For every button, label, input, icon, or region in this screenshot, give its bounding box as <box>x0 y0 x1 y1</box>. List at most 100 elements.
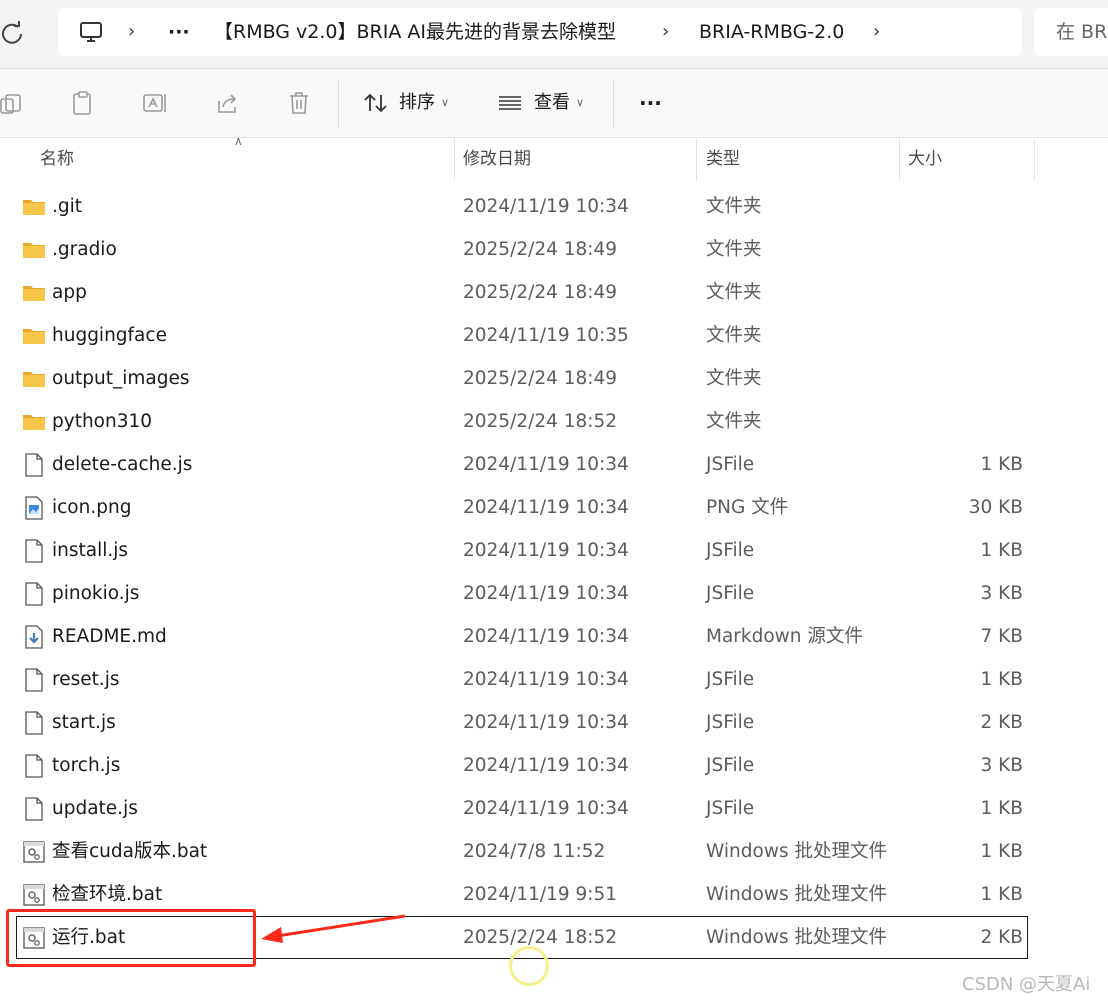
annotation-arrow <box>261 914 406 943</box>
column-divider[interactable] <box>899 138 900 180</box>
file-row[interactable]: start.js 2024/11/19 10:34 JSFile 2 KB <box>0 701 1108 744</box>
file-row[interactable]: delete-cache.js 2024/11/19 10:34 JSFile 1 K… <box>0 443 1108 486</box>
view-button[interactable]: 查看 ∨ <box>534 87 584 119</box>
file-name[interactable]: python310 <box>52 400 152 443</box>
file-type: 文件夹 <box>706 196 762 217</box>
file-name[interactable]: torch.js <box>52 744 120 787</box>
file-list: .git 2024/11/19 10:34 文件夹 .gradio 2025/2/24 … <box>0 185 1108 959</box>
column-divider[interactable] <box>454 138 455 180</box>
file-modified-date: 2024/7/8 11:52 <box>463 841 606 862</box>
delete-icon[interactable] <box>285 89 313 117</box>
view-label: 查看 <box>534 92 570 113</box>
file-row[interactable]: python310 2025/2/24 18:52 文件夹 <box>0 400 1108 443</box>
search-placeholder: 在 BRI <box>1056 21 1108 43</box>
file-type: JSFile <box>706 755 755 776</box>
file-name[interactable]: app <box>52 271 87 314</box>
file-size: 2 KB <box>980 927 1023 948</box>
column-type-header[interactable]: 类型 <box>706 138 740 180</box>
file-modified-date: 2024/11/19 10:35 <box>463 325 629 346</box>
breadcrumb-item-current[interactable]: BRIA-RMBG-2.0 <box>699 8 844 56</box>
view-icon[interactable] <box>496 89 524 117</box>
breadcrumb-overflow[interactable]: ··· <box>168 8 190 56</box>
breadcrumb-item-parent[interactable]: 【RMBG v2.0】BRIA AI最先进的背景去除模型 <box>214 8 616 56</box>
command-bar: 排序 ∨ 查看 ∨ ··· <box>0 69 1108 138</box>
file-row[interactable]: README.md 2024/11/19 10:34 Markdown 源文件 7 K… <box>0 615 1108 658</box>
file-size: 1 KB <box>980 884 1023 905</box>
cursor-highlight <box>509 946 549 986</box>
file-row[interactable]: reset.js 2024/11/19 10:34 JSFile 1 KB <box>0 658 1108 701</box>
copy-icon[interactable] <box>0 89 26 117</box>
file-name[interactable]: icon.png <box>52 486 131 529</box>
breadcrumb[interactable]: › ··· 【RMBG v2.0】BRIA AI最先进的背景去除模型 › BRI… <box>58 8 1022 56</box>
file-name[interactable]: reset.js <box>52 658 120 701</box>
folder-icon <box>22 281 46 305</box>
file-modified-date: 2024/11/19 10:34 <box>463 712 629 733</box>
file-modified-date: 2024/11/19 10:34 <box>463 755 629 776</box>
file-size: 30 KB <box>968 497 1023 518</box>
folder-icon <box>22 238 46 262</box>
file-size: 1 KB <box>980 669 1023 690</box>
file-name[interactable]: pinokio.js <box>52 572 139 615</box>
share-icon[interactable] <box>214 89 242 117</box>
column-name-header[interactable]: 名称 <box>40 138 74 180</box>
chevron-right-icon[interactable]: › <box>128 8 135 56</box>
file-name[interactable]: 查看cuda版本.bat <box>52 830 207 873</box>
folder-icon <box>22 367 46 391</box>
file-size: 2 KB <box>980 712 1023 733</box>
file-type: 文件夹 <box>706 368 762 389</box>
file-row[interactable]: torch.js 2024/11/19 10:34 JSFile 3 KB <box>0 744 1108 787</box>
file-modified-date: 2025/2/24 18:52 <box>463 411 618 432</box>
annotation-highlight-box <box>6 909 256 967</box>
computer-icon[interactable] <box>78 19 104 45</box>
file-modified-date: 2025/2/24 18:49 <box>463 239 618 260</box>
file-row[interactable]: install.js 2024/11/19 10:34 JSFile 1 KB <box>0 529 1108 572</box>
more-options-button[interactable]: ··· <box>639 87 662 119</box>
file-name[interactable]: delete-cache.js <box>52 443 192 486</box>
sort-button[interactable]: 排序 ∨ <box>399 87 449 119</box>
chevron-right-icon[interactable]: › <box>662 8 669 56</box>
file-name[interactable]: .git <box>52 185 82 228</box>
toolbar-divider <box>338 81 339 127</box>
file-name[interactable]: start.js <box>52 701 116 744</box>
refresh-icon[interactable] <box>0 20 26 46</box>
rename-icon[interactable] <box>141 89 169 117</box>
file-type: Windows 批处理文件 <box>706 841 887 862</box>
file-row[interactable]: 查看cuda版本.bat 2024/7/8 11:52 Windows 批处理文件 1… <box>0 830 1108 873</box>
column-size-header[interactable]: 大小 <box>908 138 942 180</box>
file-name[interactable]: .gradio <box>52 228 117 271</box>
file-type: 文件夹 <box>706 239 762 260</box>
file-row[interactable]: update.js 2024/11/19 10:34 JSFile 1 KB <box>0 787 1108 830</box>
file-row[interactable]: huggingface 2024/11/19 10:35 文件夹 <box>0 314 1108 357</box>
file-row[interactable]: app 2025/2/24 18:49 文件夹 <box>0 271 1108 314</box>
file-modified-date: 2024/11/19 10:34 <box>463 669 629 690</box>
batch-file-icon <box>22 883 46 907</box>
file-row[interactable]: output_images 2025/2/24 18:49 文件夹 <box>0 357 1108 400</box>
search-input[interactable]: 在 BRI <box>1034 8 1108 56</box>
column-divider[interactable] <box>1034 138 1035 180</box>
file-name[interactable]: output_images <box>52 357 190 400</box>
folder-icon <box>22 410 46 434</box>
file-row[interactable]: .git 2024/11/19 10:34 文件夹 <box>0 185 1108 228</box>
chevron-right-icon[interactable]: › <box>873 8 880 56</box>
file-name[interactable]: huggingface <box>52 314 167 357</box>
file-row[interactable]: .gradio 2025/2/24 18:49 文件夹 <box>0 228 1108 271</box>
column-date-header[interactable]: 修改日期 <box>463 138 531 180</box>
file-name[interactable]: update.js <box>52 787 138 830</box>
image-file-icon <box>22 496 46 520</box>
file-size: 1 KB <box>980 798 1023 819</box>
file-row[interactable]: pinokio.js 2024/11/19 10:34 JSFile 3 KB <box>0 572 1108 615</box>
file-size: 7 KB <box>980 626 1023 647</box>
file-modified-date: 2025/2/24 18:49 <box>463 282 618 303</box>
watermark: CSDN @天夏Ai <box>962 974 1091 995</box>
file-modified-date: 2024/11/19 10:34 <box>463 626 629 647</box>
file-name[interactable]: README.md <box>52 615 167 658</box>
file-modified-date: 2024/11/19 10:34 <box>463 196 629 217</box>
paste-icon[interactable] <box>69 89 97 117</box>
file-icon <box>22 754 46 778</box>
file-row[interactable]: icon.png 2024/11/19 10:34 PNG 文件 30 KB <box>0 486 1108 529</box>
sort-icon[interactable] <box>362 89 390 117</box>
column-divider[interactable] <box>696 138 697 180</box>
file-modified-date: 2024/11/19 9:51 <box>463 884 618 905</box>
file-size: 3 KB <box>980 755 1023 776</box>
file-name[interactable]: install.js <box>52 529 128 572</box>
